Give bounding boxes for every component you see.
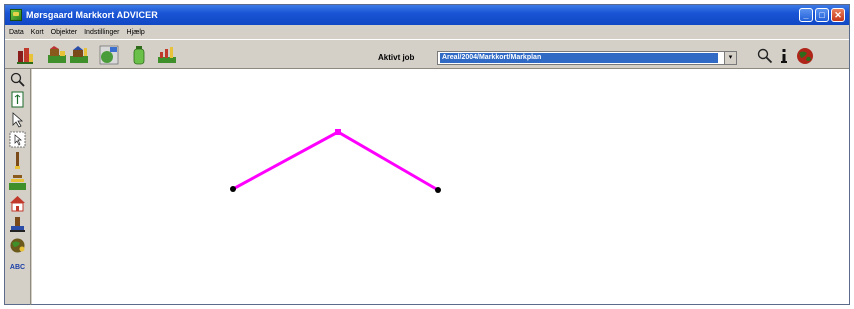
menu-bar: Data Kort Objekter Indstillinger Hjælp — [5, 25, 849, 39]
title-bar[interactable]: Mørsgaard Markkort ADVICER _ □ ✕ — [5, 5, 849, 25]
main-toolbar: Aktivt job Areal/2004/Markkort/Markplan … — [5, 39, 849, 69]
field-stack-icon[interactable] — [15, 45, 35, 65]
abc-map-icon[interactable] — [99, 45, 119, 65]
abc-icon[interactable]: ABC — [9, 259, 26, 276]
zoom-icon[interactable] — [9, 71, 26, 88]
menu-objekter[interactable]: Objekter — [51, 29, 77, 36]
page-icon[interactable] — [9, 91, 26, 108]
field-edit-icon[interactable] — [47, 45, 67, 65]
zoom-area-icon[interactable] — [9, 131, 26, 148]
menu-data[interactable]: Data — [9, 29, 24, 36]
close-button[interactable]: ✕ — [831, 8, 845, 22]
pointer-icon[interactable] — [9, 111, 26, 128]
app-icon — [10, 9, 22, 21]
info-icon[interactable] — [779, 48, 789, 64]
map-drawing — [230, 129, 441, 193]
field-chart-icon[interactable] — [157, 45, 177, 65]
field-line-icon[interactable] — [9, 173, 26, 190]
maximize-button[interactable]: □ — [815, 8, 829, 22]
bottle-icon[interactable] — [129, 45, 149, 65]
vertex-point[interactable] — [230, 186, 236, 192]
search-icon[interactable] — [757, 48, 773, 64]
menu-hjaelp[interactable]: Hjælp — [127, 29, 145, 36]
minimize-button[interactable]: _ — [799, 8, 813, 22]
house-icon[interactable] — [9, 195, 26, 212]
active-job-select[interactable]: Areal/2004/Markkort/Markplan ▾ — [437, 51, 737, 65]
menu-indstillinger[interactable]: Indstillinger — [84, 29, 119, 36]
active-job-label: Aktivt job — [378, 53, 415, 62]
window-controls: _ □ ✕ — [799, 8, 845, 22]
menu-kort[interactable]: Kort — [31, 29, 44, 36]
field-add-icon[interactable] — [69, 45, 89, 65]
left-toolbar: ABC — [5, 69, 31, 305]
map-canvas[interactable] — [32, 69, 849, 304]
vertex-point[interactable] — [435, 187, 441, 193]
chevron-down-icon[interactable]: ▾ — [724, 52, 736, 64]
active-job-value: Areal/2004/Markkort/Markplan — [440, 53, 718, 63]
tractor-icon[interactable] — [9, 216, 26, 233]
window-title: Mørsgaard Markkort ADVICER — [26, 10, 158, 20]
main-window: Mørsgaard Markkort ADVICER _ □ ✕ Data Ko… — [4, 4, 850, 305]
post-icon[interactable] — [9, 152, 26, 169]
earth-icon[interactable] — [795, 47, 815, 65]
vertex-handle[interactable] — [335, 129, 341, 135]
field-boundary-line[interactable] — [232, 130, 439, 192]
globe-icon[interactable] — [9, 237, 26, 254]
